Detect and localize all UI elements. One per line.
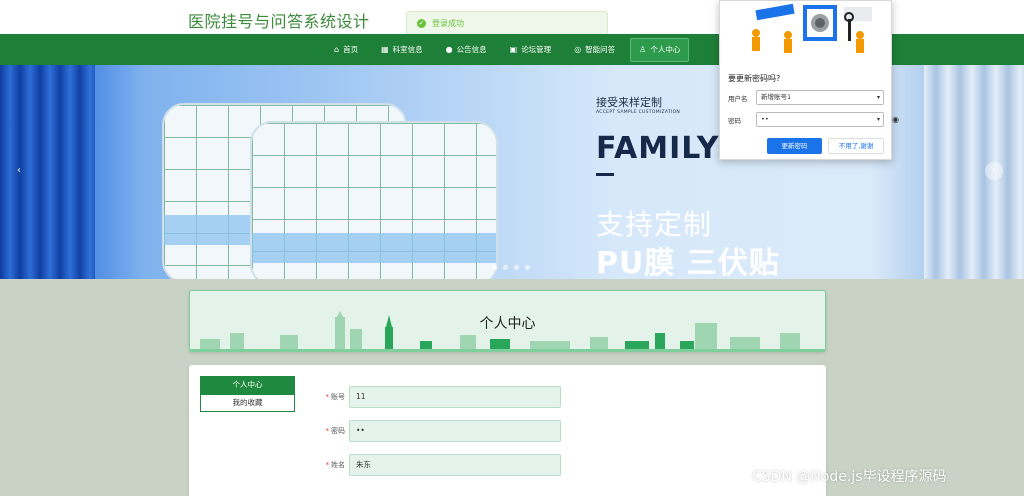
- username-label: 用户名: [728, 94, 748, 103]
- nav-item-label: 公告信息: [456, 45, 487, 54]
- username-select[interactable]: 新增账号1 ▾: [756, 90, 884, 105]
- banner-curtain-right: [924, 65, 1024, 279]
- update-password-popup: 要更新密码吗? 用户名 新增账号1 ▾ 密码 •• ▾ ◉ 更新密码 不用了,谢…: [719, 0, 899, 160]
- success-toast: ✓ 登录成功: [406, 11, 608, 35]
- carousel-dot[interactable]: [514, 265, 519, 270]
- banner-divider: [596, 173, 614, 176]
- password-input[interactable]: ••: [349, 420, 561, 442]
- field-label: * 密码: [325, 427, 346, 435]
- carousel-dot[interactable]: [492, 265, 497, 270]
- form-row-account: * 账号 11: [309, 386, 561, 408]
- forum-icon: ▣: [509, 45, 518, 54]
- banner-text-line1: 支持定制: [596, 208, 713, 241]
- dropdown-caret-icon: ▾: [876, 116, 880, 123]
- nav-item-qa[interactable]: ◎ 智能问答: [566, 38, 623, 62]
- username-value: 新增账号1: [761, 93, 792, 101]
- side-menu-item-favorites[interactable]: 我的收藏: [200, 394, 295, 412]
- banner-caption: 接受来样定制: [596, 96, 662, 109]
- account-input[interactable]: 11: [349, 386, 561, 408]
- nav-items: ⌂ 首页 ▦ 科室信息 ● 公告信息 ▣ 论坛管理 ◎ 智能问答 ♙ 个人中心: [326, 34, 696, 65]
- watermark-text: CSDN @Node.js毕设程序源码: [752, 469, 947, 485]
- dropdown-caret-icon: ▾: [876, 94, 880, 101]
- nav-item-label: 首页: [343, 45, 359, 54]
- info-icon: ●: [445, 45, 453, 54]
- side-menu: 个人中心 我的收藏: [200, 376, 295, 412]
- banner-subcaption: ACCEPT SAMPLE CUSTOMIZATION: [596, 110, 681, 115]
- site-title: 医院挂号与问答系统设计: [188, 12, 370, 31]
- password-illustration: [734, 1, 884, 57]
- form-row-name: * 姓名 朱东: [309, 454, 561, 476]
- popup-question: 要更新密码吗?: [728, 74, 781, 83]
- nav-item-forum[interactable]: ▣ 论坛管理: [502, 38, 560, 62]
- nav-item-announcements[interactable]: ● 公告信息: [438, 38, 495, 62]
- page-header: 个人中心: [189, 290, 826, 352]
- nav-item-label: 智能问答: [585, 45, 616, 54]
- nav-item-label: 论坛管理: [521, 45, 552, 54]
- carousel-indicators: [492, 265, 536, 270]
- side-menu-item-personal-center[interactable]: 个人中心: [200, 376, 295, 394]
- home-icon: ⌂: [334, 45, 340, 54]
- grid-icon: ▦: [381, 45, 389, 54]
- password-select[interactable]: •• ▾: [756, 112, 884, 127]
- password-value: ••: [761, 115, 769, 123]
- carousel-next-arrow-icon[interactable]: ›: [985, 162, 1003, 180]
- profile-panel: 个人中心 我的收藏 * 账号 11 * 密码 •• * 姓名 朱东: [189, 365, 826, 496]
- name-input[interactable]: 朱东: [349, 454, 561, 476]
- page-title: 个人中心: [479, 316, 536, 332]
- nav-item-personal-center[interactable]: ♙ 个人中心: [630, 37, 690, 62]
- update-password-button[interactable]: 更新密码: [767, 138, 822, 154]
- chat-icon: ◎: [574, 45, 582, 54]
- carousel-dot[interactable]: [503, 265, 508, 270]
- password-label: 密码: [728, 116, 741, 125]
- dismiss-button[interactable]: 不用了,谢谢: [828, 138, 884, 154]
- toast-message: 登录成功: [432, 18, 464, 28]
- user-icon: ♙: [639, 45, 647, 54]
- nav-item-label: 科室信息: [392, 45, 423, 54]
- field-label: * 账号: [325, 393, 346, 401]
- nav-item-departments[interactable]: ▦ 科室信息: [373, 38, 431, 62]
- popup-password-row: 密码 •• ▾ ◉: [728, 112, 899, 127]
- field-label: * 姓名: [325, 461, 346, 469]
- nav-item-label: 个人中心: [650, 45, 681, 54]
- form-row-password: * 密码 ••: [309, 420, 561, 442]
- banner-patch-image: [250, 121, 498, 279]
- show-password-eye-icon[interactable]: ◉: [892, 115, 899, 124]
- check-circle-icon: ✓: [417, 18, 426, 28]
- popup-username-row: 用户名 新增账号1 ▾: [728, 90, 884, 105]
- carousel-prev-arrow-icon[interactable]: ‹: [10, 162, 28, 180]
- nav-item-home[interactable]: ⌂ 首页: [326, 38, 366, 62]
- carousel-dot[interactable]: [525, 265, 530, 270]
- banner-text-line2: PU膜 三伏贴: [596, 246, 780, 279]
